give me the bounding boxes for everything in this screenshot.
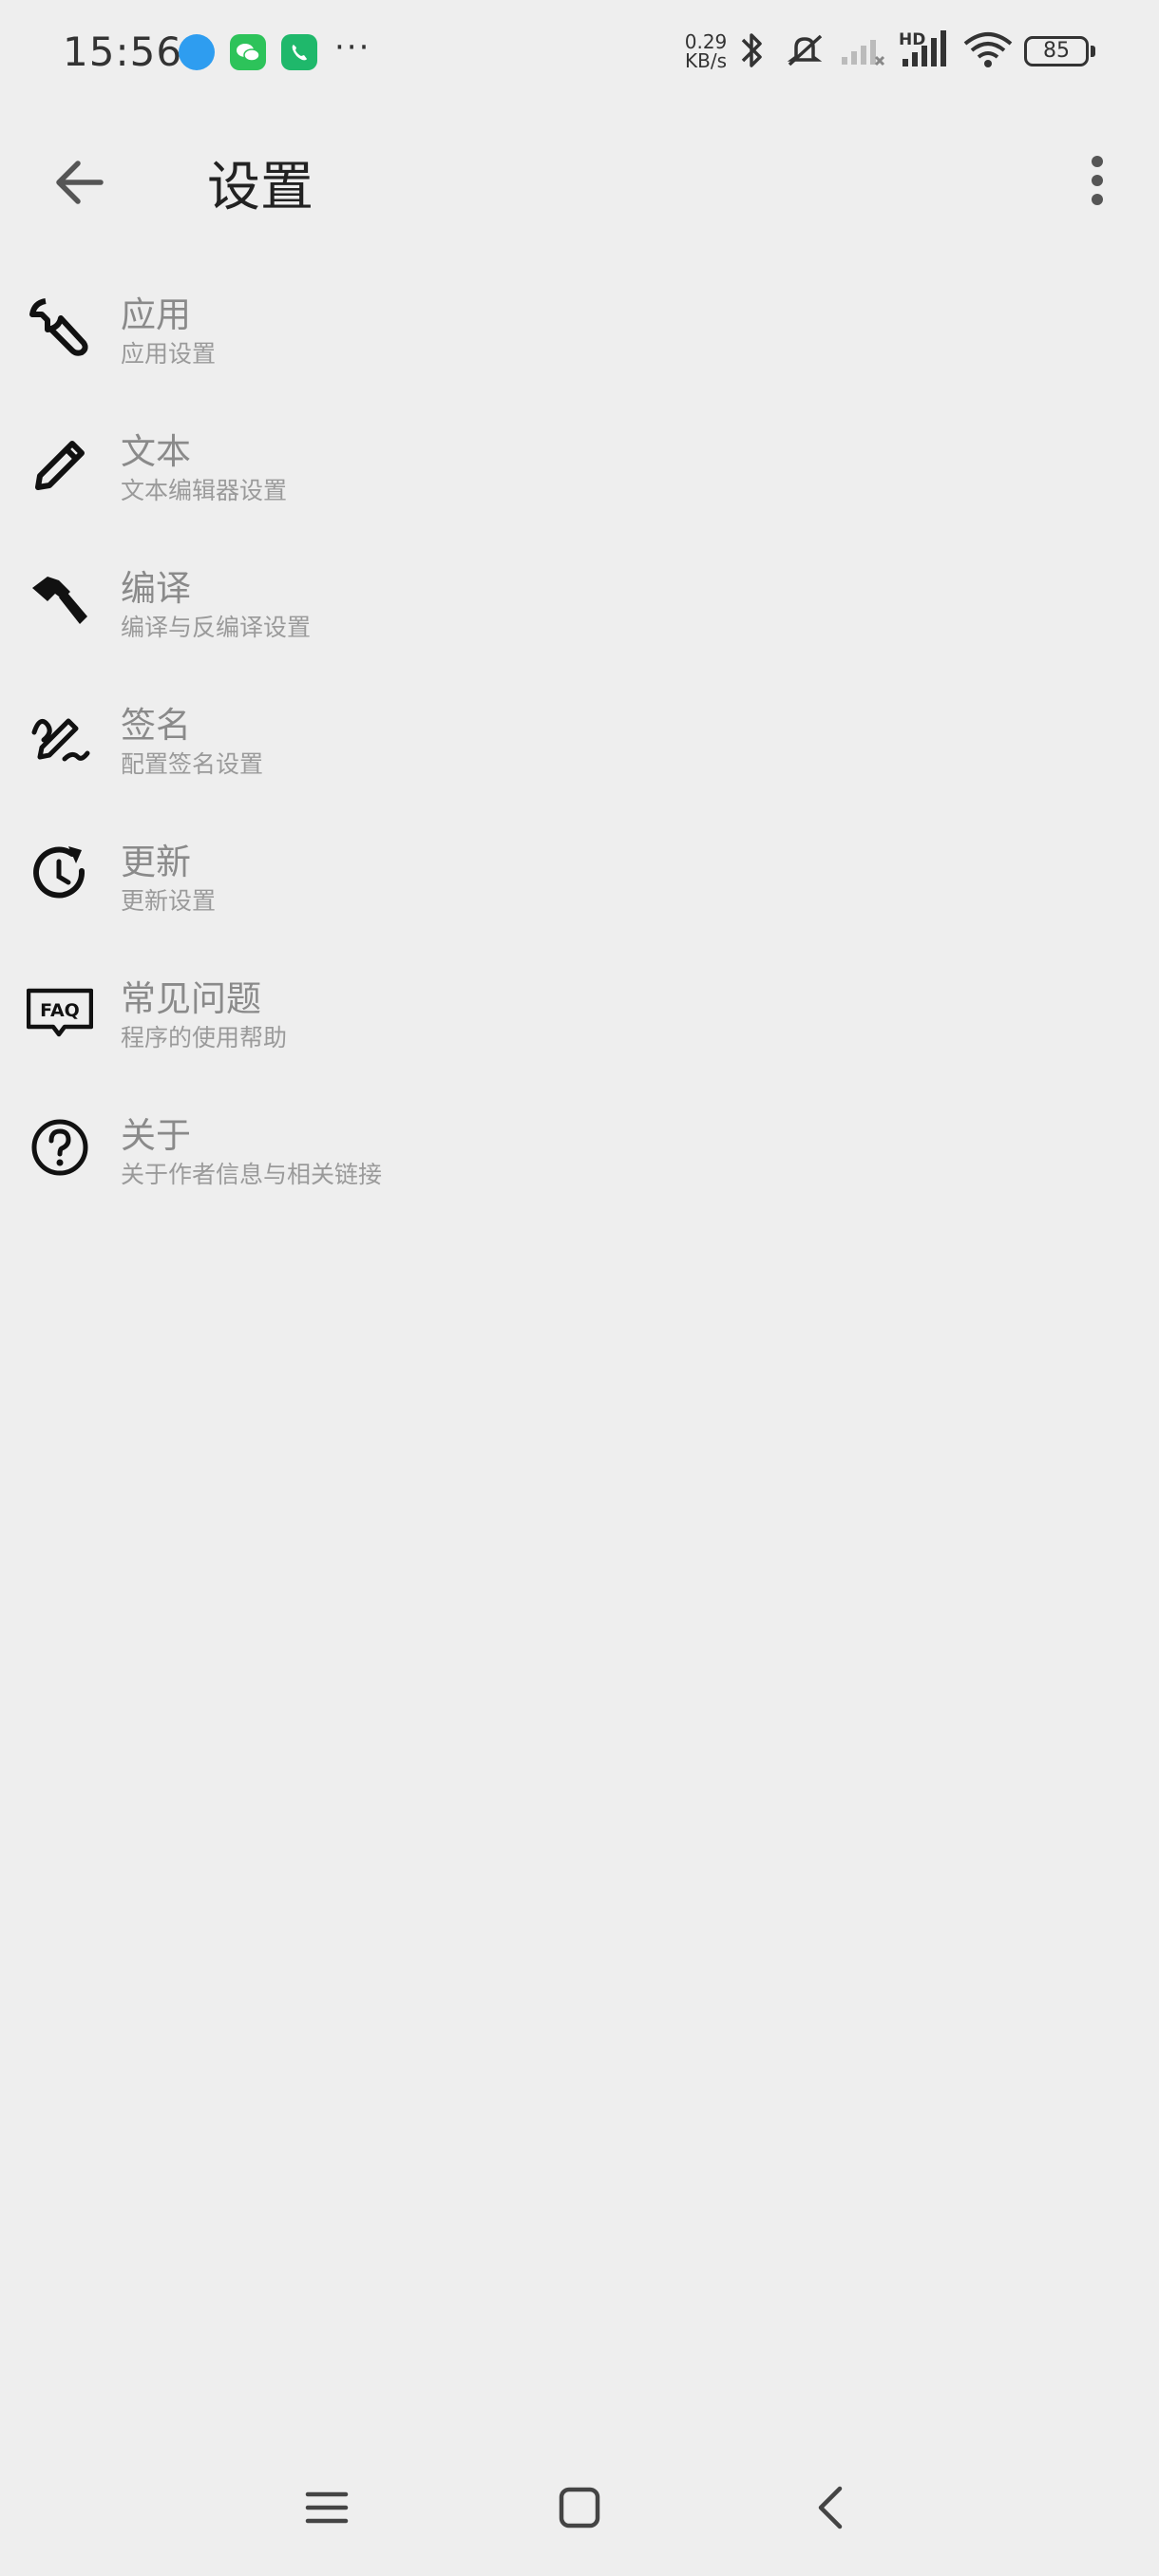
mute-icon — [781, 28, 828, 76]
network-type-label: HD — [899, 30, 926, 49]
faq-icon: FAQ — [26, 977, 94, 1044]
status-time: 15:56 — [63, 28, 183, 75]
settings-item-subtitle: 编译与反编译设置 — [121, 614, 312, 641]
network-speed-unit: KB/s — [685, 49, 727, 72]
signature-icon — [27, 704, 93, 770]
network-speed-value: 0.29 — [684, 30, 728, 53]
help-icon — [27, 1114, 93, 1181]
settings-item-title: 关于 — [121, 1115, 191, 1156]
network-speed: 0.29 KB/s — [680, 32, 732, 70]
more-notifications-icon: ··· — [334, 28, 371, 66]
settings-item-subtitle: 关于作者信息与相关链接 — [121, 1161, 383, 1188]
signal-weak-icon — [840, 28, 887, 76]
home-button[interactable] — [549, 2477, 610, 2538]
pencil-icon — [27, 430, 93, 497]
recents-button[interactable] — [296, 2477, 357, 2538]
bluetooth-icon — [735, 28, 770, 76]
settings-item-about[interactable]: 关于 关于作者信息与相关链接 — [0, 1091, 1159, 1228]
settings-item-subtitle: 更新设置 — [121, 887, 217, 915]
settings-list: 应用 应用设置 文本 文本编辑器设置 编译 编译与反编译设置 签名 配置签名设置… — [0, 271, 1159, 1228]
hammer-icon — [27, 567, 93, 634]
arrow-back-icon — [56, 161, 104, 204]
phone-app-icon — [281, 34, 317, 70]
settings-item-title: 常见问题 — [121, 978, 261, 1019]
settings-item-title: 更新 — [121, 842, 191, 882]
settings-item-faq[interactable]: FAQ 常见问题 程序的使用帮助 — [0, 955, 1159, 1091]
settings-item-update[interactable]: 更新 更新设置 — [0, 818, 1159, 955]
settings-item-app[interactable]: 应用 应用设置 — [0, 271, 1159, 407]
settings-item-title: 应用 — [121, 294, 191, 335]
browser-app-icon — [179, 34, 215, 70]
page-title: 设置 — [207, 157, 314, 218]
update-icon — [27, 841, 93, 907]
app-bar: 设置 — [0, 123, 1159, 237]
settings-item-subtitle: 文本编辑器设置 — [121, 477, 288, 504]
settings-item-subtitle: 程序的使用帮助 — [121, 1024, 288, 1051]
settings-item-compile[interactable]: 编译 编译与反编译设置 — [0, 544, 1159, 681]
nav-back-button[interactable] — [802, 2477, 863, 2538]
back-icon — [818, 2486, 843, 2529]
battery-tip — [1091, 46, 1095, 57]
battery-icon: 85 — [1024, 36, 1089, 66]
home-icon — [559, 2487, 600, 2529]
settings-item-title: 编译 — [121, 568, 191, 609]
wifi-icon — [961, 28, 1015, 76]
signal-hd-icon: HD — [899, 27, 950, 76]
settings-item-subtitle: 应用设置 — [121, 340, 217, 368]
settings-item-title: 签名 — [121, 705, 191, 746]
status-bar: 15:56 ··· 0.29 KB/s HD 85 — [0, 0, 1159, 104]
settings-item-signature[interactable]: 签名 配置签名设置 — [0, 681, 1159, 818]
settings-item-subtitle: 配置签名设置 — [121, 750, 264, 778]
svg-text:FAQ: FAQ — [40, 1000, 80, 1021]
more-vert-icon — [1092, 156, 1103, 205]
menu-icon — [305, 2491, 349, 2524]
settings-item-text[interactable]: 文本 文本编辑器设置 — [0, 407, 1159, 544]
navigation-bar — [0, 2451, 1159, 2555]
wrench-icon — [27, 294, 93, 360]
back-button[interactable] — [42, 144, 118, 220]
more-options-button[interactable] — [1072, 144, 1123, 220]
wechat-app-icon — [230, 34, 266, 70]
settings-item-title: 文本 — [121, 431, 191, 472]
